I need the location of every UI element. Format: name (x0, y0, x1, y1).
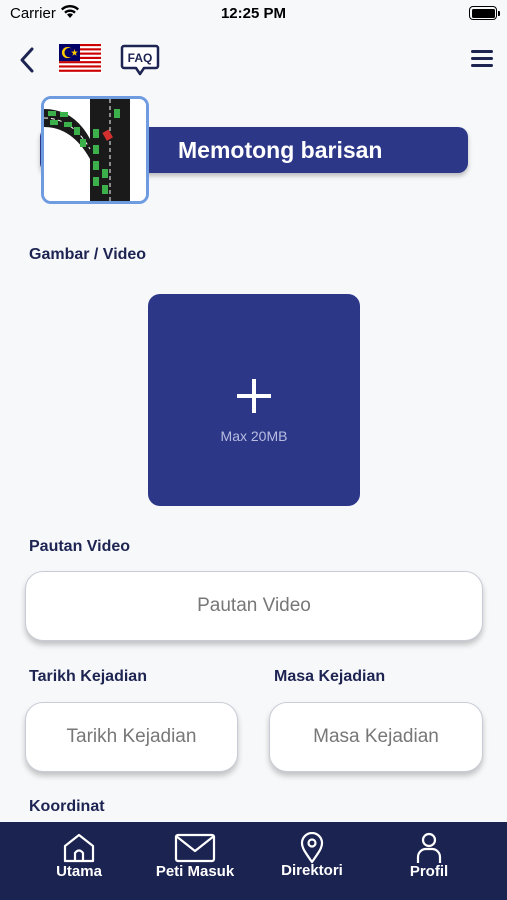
video-link-label: Pautan Video (29, 538, 131, 555)
location-pin-icon (300, 832, 324, 864)
video-link-input[interactable] (25, 571, 483, 641)
category-title: Memotong barisan (178, 137, 383, 163)
mail-icon (174, 833, 216, 863)
incident-time-label: Masa Kejadian (274, 668, 386, 685)
malaysia-flag-icon[interactable] (59, 44, 101, 74)
incident-date-input[interactable] (25, 702, 238, 772)
nav-label-profil: Profil (409, 863, 449, 880)
back-button[interactable] (16, 46, 40, 74)
top-header: FAQ (0, 36, 507, 84)
home-icon (63, 833, 95, 863)
nav-item-peti-masuk[interactable]: Peti Masuk (140, 822, 250, 900)
nav-item-utama[interactable]: Utama (24, 822, 134, 900)
menu-button[interactable] (471, 50, 493, 68)
chevron-left-icon (20, 47, 34, 73)
nav-label-peti-masuk: Peti Masuk (155, 863, 235, 880)
coordinates-label: Koordinat (29, 798, 105, 815)
media-label: Gambar / Video (29, 246, 147, 263)
user-icon (416, 832, 442, 863)
nav-label-utama: Utama (56, 863, 102, 880)
status-bar: Carrier 12:25 PM (0, 0, 507, 28)
faq-button[interactable]: FAQ (120, 44, 160, 76)
bottom-navigation: Utama Peti Masuk Direktori Profil (0, 822, 507, 900)
nav-item-profil[interactable]: Profil (374, 822, 484, 900)
incident-time-input[interactable] (269, 702, 483, 772)
nav-label-direktori: Direktori (281, 862, 343, 879)
faq-bubble-icon: FAQ (120, 44, 160, 76)
incident-date-label: Tarikh Kejadian (29, 668, 147, 685)
clock: 12:25 PM (220, 5, 287, 22)
media-upload-button[interactable]: Max 20MB (148, 294, 360, 506)
plus-icon (237, 379, 271, 413)
report-form-screen: Carrier 12:25 PM FAQ Memotong barisan Ga… (0, 0, 507, 900)
upload-size-hint: Max 20MB (220, 428, 288, 444)
category-thumbnail (41, 96, 149, 204)
nav-item-direktori[interactable]: Direktori (257, 822, 367, 900)
hamburger-menu-icon (471, 50, 493, 53)
battery-icon (469, 6, 500, 20)
faq-label: FAQ (128, 51, 153, 65)
